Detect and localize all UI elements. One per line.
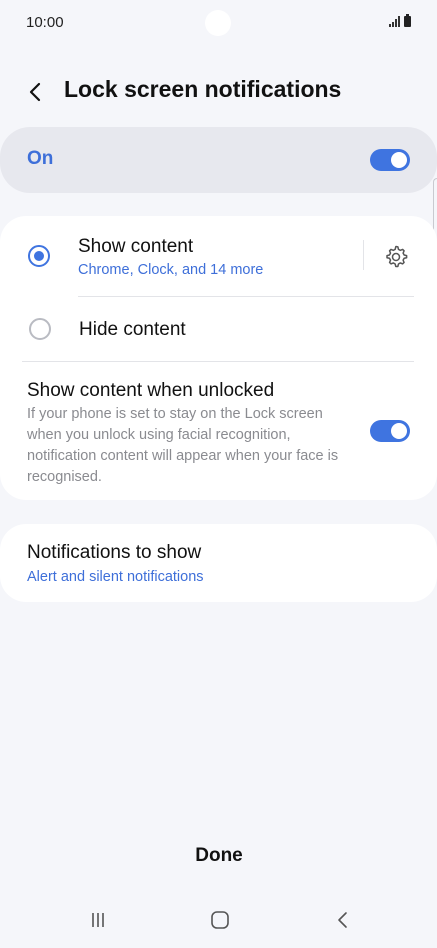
hide-content-label: Hide content — [79, 319, 186, 340]
done-button[interactable]: Done — [168, 840, 270, 872]
navigation-bar — [0, 896, 437, 948]
status-bar: 10:00 — [0, 0, 437, 46]
battery-icon — [404, 14, 411, 27]
front-camera — [205, 10, 231, 36]
chevron-left-icon — [338, 912, 347, 928]
vertical-divider — [363, 240, 364, 270]
switch-knob — [391, 423, 407, 439]
home-button[interactable] — [205, 908, 235, 932]
show-when-unlocked-title: Show content when unlocked — [27, 380, 275, 401]
divider — [78, 296, 414, 297]
content-options-card: Show content Chrome, Clock, and 14 more … — [0, 216, 437, 500]
header: Lock screen notifications — [0, 70, 437, 114]
system-icons — [389, 14, 411, 27]
show-when-unlocked-description: If your phone is set to stay on the Lock… — [27, 406, 339, 485]
notifications-to-show-card[interactable]: Notifications to show Alert and silent n… — [0, 524, 437, 602]
recent-apps-button[interactable] — [83, 908, 113, 932]
show-when-unlocked-switch[interactable] — [370, 420, 410, 442]
notifications-to-show-title: Notifications to show — [27, 542, 202, 563]
gear-icon — [386, 245, 408, 268]
page-title: Lock screen notifications — [64, 76, 342, 102]
chevron-left-icon — [29, 82, 41, 102]
show-content-apps: Chrome, Clock, and 14 more — [78, 262, 264, 278]
show-content-settings-button[interactable] — [382, 243, 410, 271]
recent-apps-icon — [92, 913, 104, 927]
switch-knob — [391, 152, 407, 168]
signal-icon — [389, 16, 400, 27]
home-icon — [211, 911, 229, 929]
back-button[interactable] — [22, 78, 50, 106]
nav-back-button[interactable] — [328, 908, 358, 932]
master-toggle-row[interactable]: On — [0, 127, 437, 193]
master-toggle-switch[interactable] — [370, 149, 410, 171]
notifications-to-show-value: Alert and silent notifications — [27, 569, 204, 585]
show-content-label: Show content — [78, 236, 194, 257]
show-content-radio[interactable] — [28, 245, 50, 267]
master-toggle-label: On — [27, 148, 54, 169]
status-time: 10:00 — [26, 14, 64, 31]
hide-content-radio[interactable] — [29, 318, 51, 340]
divider — [22, 361, 414, 362]
